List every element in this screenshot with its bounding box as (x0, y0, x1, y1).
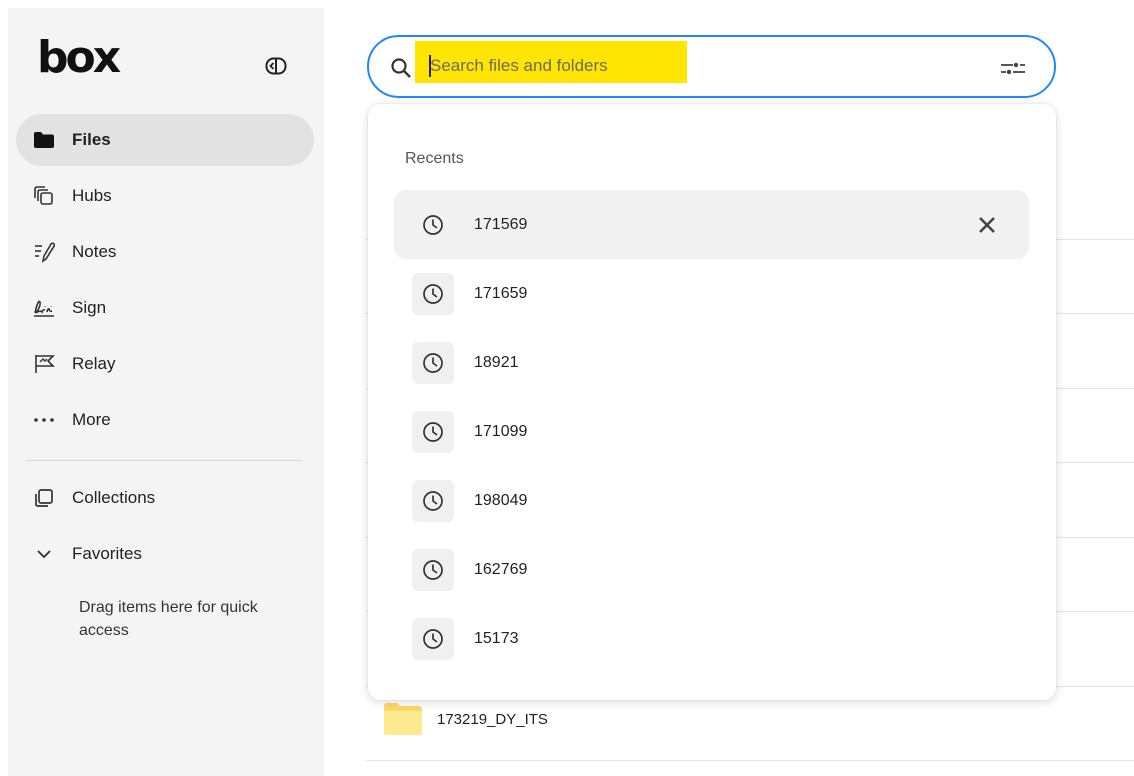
search-dropdown: Recents 171569 171659 18921 171099 19804… (368, 104, 1056, 700)
sidebar: box Files Hubs Notes Sign Relay More Col… (8, 8, 324, 776)
sidebar-item-hubs[interactable]: Hubs (16, 170, 314, 222)
sidebar-item-collections[interactable]: Collections (32, 486, 155, 510)
row-divider (366, 760, 1134, 761)
relay-icon (32, 352, 56, 376)
sidebar-item-label: Notes (72, 242, 117, 261)
sidebar-item-label: More (72, 410, 111, 429)
clock-icon (412, 341, 454, 384)
sidebar-item-sign[interactable]: Sign (16, 282, 314, 334)
recent-label: 171099 (474, 422, 528, 440)
search-input[interactable]: Search files and folders (430, 56, 608, 76)
notes-icon (32, 240, 56, 264)
sidebar-item-more[interactable]: More (16, 394, 314, 446)
clock-icon (412, 272, 454, 315)
clock-icon (412, 410, 454, 453)
close-icon[interactable] (975, 213, 999, 237)
sidebar-item-files[interactable]: Files (16, 114, 314, 166)
favorites-hint: Drag items here for quick access (79, 599, 258, 639)
recent-item[interactable]: 18921 (394, 328, 1029, 397)
folder-name[interactable]: 173219_DY_ITS (437, 711, 548, 728)
recents-list: 171569 171659 18921 171099 198049 162769… (394, 190, 1029, 673)
filter-icon[interactable] (999, 57, 1027, 79)
sidebar-item-label: Sign (72, 298, 107, 317)
sign-icon (32, 296, 56, 320)
recent-label: 171569 (474, 215, 528, 233)
recent-item[interactable]: 171569 (394, 190, 1029, 259)
sidebar-item-label: Relay (72, 354, 116, 373)
box-logo[interactable]: box (37, 36, 121, 80)
recent-item[interactable]: 171099 (394, 397, 1029, 466)
clock-icon (412, 204, 454, 246)
hubs-icon (32, 184, 56, 208)
recent-label: 15173 (474, 629, 519, 647)
recent-label: 171659 (474, 284, 528, 302)
search-bar[interactable]: Search files and folders (367, 35, 1056, 98)
sidebar-nav: Files Hubs Notes Sign Relay More (16, 114, 314, 450)
sidebar-item-notes[interactable]: Notes (16, 226, 314, 278)
folder-icon (32, 128, 56, 152)
folder-icon (383, 702, 423, 736)
collapse-sidebar-icon[interactable] (265, 57, 287, 75)
recent-item[interactable]: 162769 (394, 535, 1029, 604)
recents-title: Recents (405, 150, 464, 167)
sidebar-item-favorites[interactable]: Favorites (32, 542, 142, 566)
collections-icon (32, 486, 56, 510)
recent-label: 162769 (474, 560, 528, 578)
sidebar-divider (26, 460, 302, 461)
more-icon (32, 408, 56, 432)
text-cursor (429, 55, 431, 77)
recent-item[interactable]: 15173 (394, 604, 1029, 673)
clock-icon (412, 479, 454, 522)
clock-icon (412, 548, 454, 591)
recent-item[interactable]: 171659 (394, 259, 1029, 328)
recent-label: 18921 (474, 353, 519, 371)
sidebar-item-label: Files (72, 130, 111, 149)
clock-icon (412, 617, 454, 660)
search-icon (390, 57, 412, 79)
sidebar-item-label: Hubs (72, 186, 112, 205)
recent-item[interactable]: 198049 (394, 466, 1029, 535)
sidebar-item-relay[interactable]: Relay (16, 338, 314, 390)
favorites-label: Favorites (72, 544, 142, 563)
chevron-down-icon[interactable] (32, 542, 56, 566)
table-row[interactable]: 173219_DY_ITS (383, 702, 548, 736)
recent-label: 198049 (474, 491, 528, 509)
collections-label: Collections (72, 488, 156, 507)
